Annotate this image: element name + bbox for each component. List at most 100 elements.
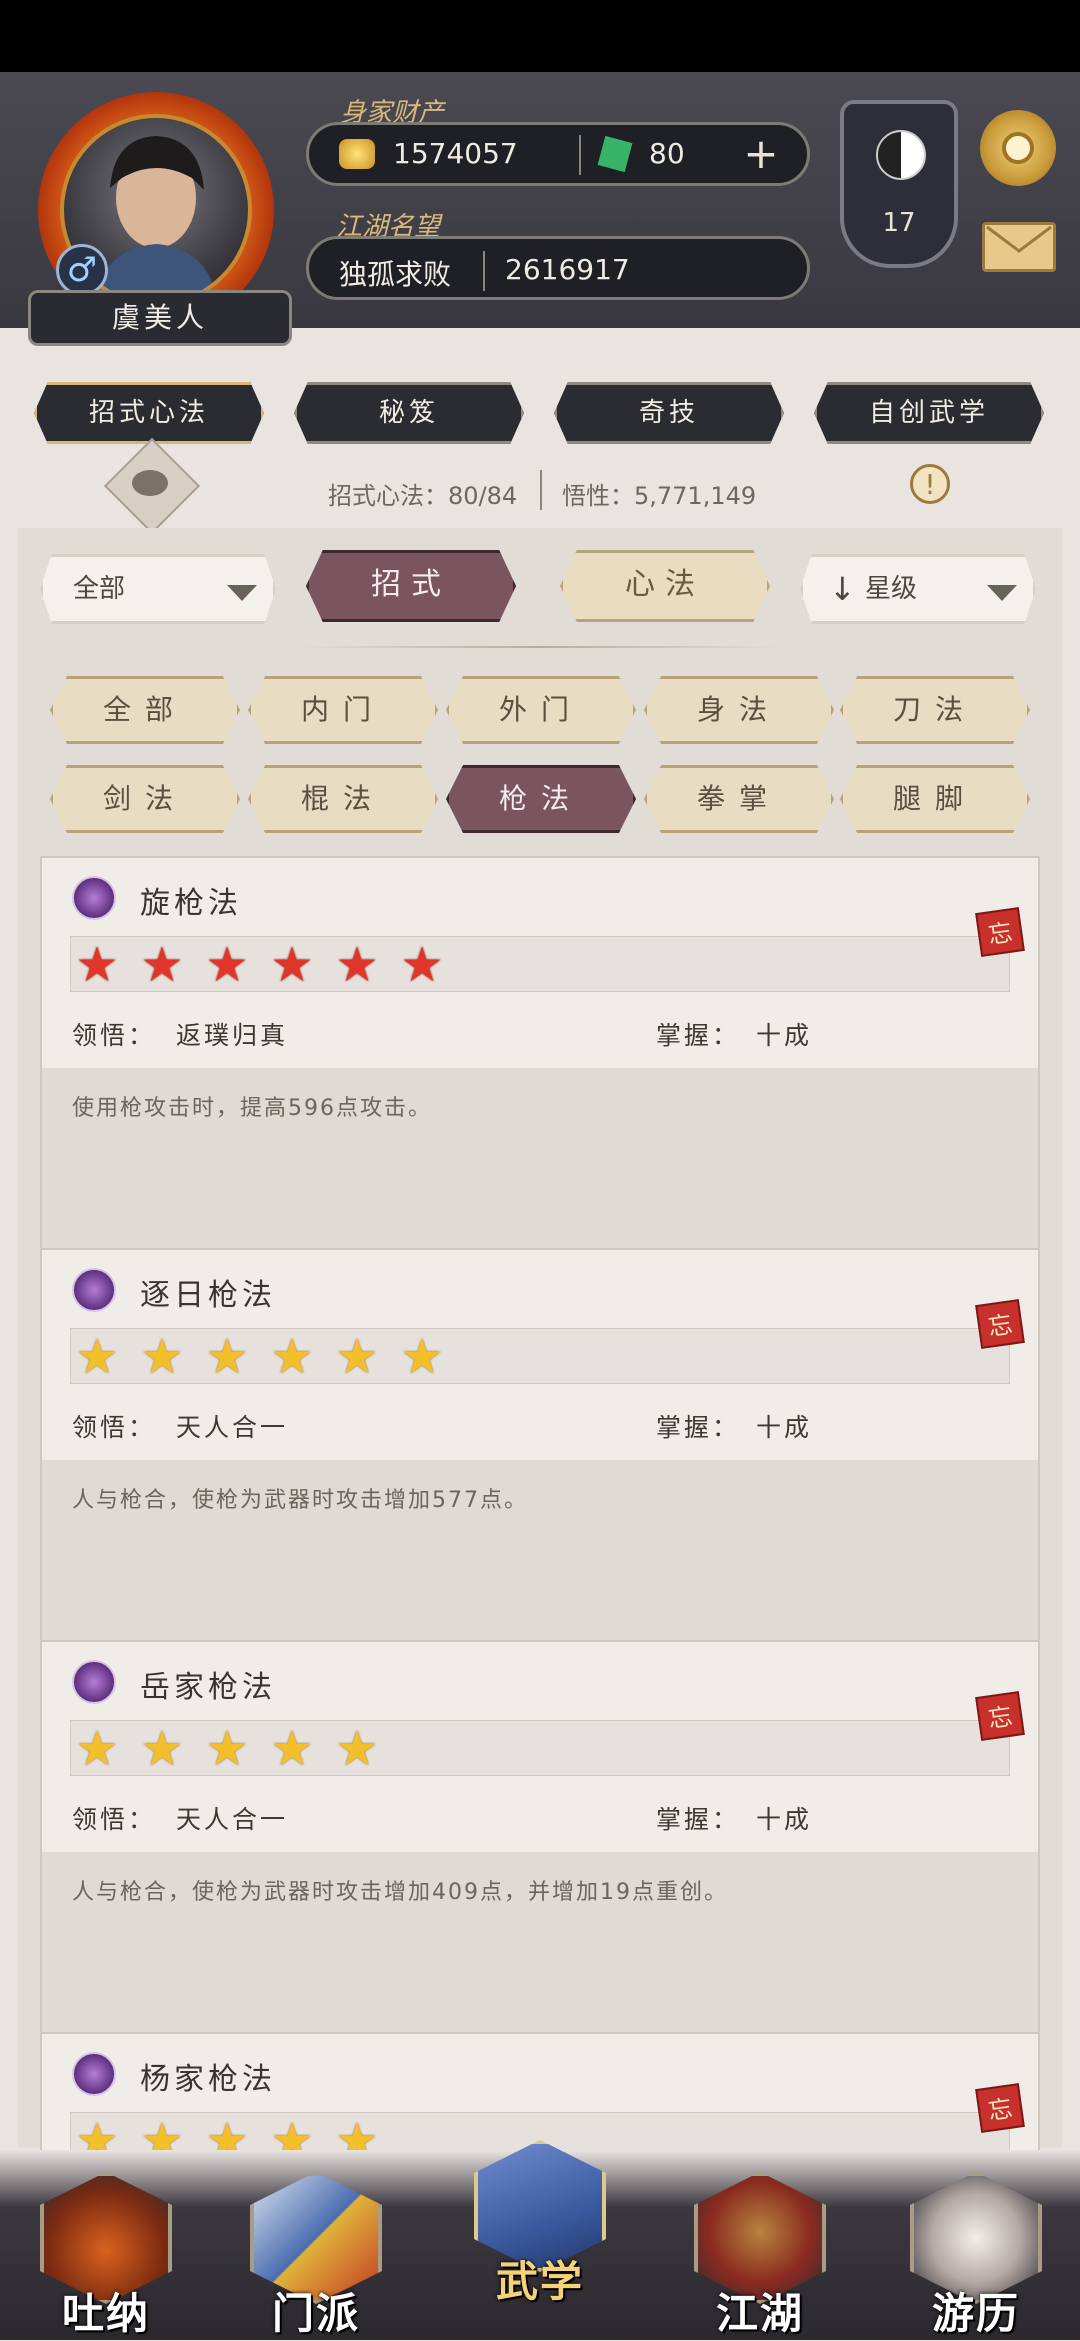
nav-label: 江湖 [715,2289,804,2338]
chip-blade[interactable]: 刀法 [840,676,1030,744]
star-icon: ★ [335,1721,379,1777]
chip-all[interactable]: 全部 [50,676,240,744]
divider [483,251,485,291]
tab-moves[interactable]: 招式 [306,550,516,622]
star-icon: ★ [205,937,249,993]
skill-name: 杨家枪法 [140,2062,276,2097]
mastery-label: 掌握： [656,1413,741,1442]
chip-staff[interactable]: 棍法 [248,765,438,833]
star-icon: ★ [75,937,119,993]
tab-moves-heart[interactable]: 招式心法 [34,382,264,444]
insight-label: 领悟： [72,1413,157,1442]
wealth-pill: 1574057 80 + [306,122,810,186]
tab-special-skills[interactable]: 奇技 [554,382,784,444]
forget-skill-button[interactable]: 忘 [975,907,1025,957]
nav-label: 门派 [271,2289,360,2338]
reputation-pill: 独孤求败 2616917 [306,236,810,300]
eye-icon [132,470,168,496]
nav-martial-arts[interactable]: 武学 [470,2140,610,2308]
chip-outer[interactable]: 外门 [446,676,636,744]
star-icon: ★ [400,1329,444,1385]
star-icon: ★ [400,937,444,993]
dropdown-value: 全部 [73,574,126,604]
chip-sword[interactable]: 剑法 [50,765,240,833]
info-alert-icon[interactable]: ! [910,464,950,504]
sort-dropdown[interactable]: ↓ 星级 [800,554,1036,624]
aptitude-value: 悟性：5,771,149 [562,482,757,510]
chevron-down-icon [227,585,257,601]
jade-amount: 80 [649,137,685,170]
skill-description-box: 使用枪攻击时，提高596点攻击。 [42,1068,1038,1248]
nav-jianghu[interactable]: 江湖 [690,2172,830,2340]
player-name: 虞美人 [28,290,292,346]
star-icon: ★ [270,2113,314,2150]
yin-yang-icon [876,130,926,180]
category-dropdown[interactable]: 全部 [40,554,276,624]
divider [540,470,542,510]
star-rating: ★ ★ ★ ★ ★ [70,1720,1010,1776]
star-icon: ★ [75,1329,119,1385]
mastery-value: 十成 [756,1805,813,1834]
reputation-value: 2616917 [505,253,630,286]
skill-name: 逐日枪法 [140,1278,276,1313]
reputation-title: 独孤求败 [339,258,452,291]
sort-label: 星级 [865,574,918,604]
nav-sect[interactable]: 门派 [246,2172,386,2340]
spear-skill-icon [72,1660,116,1704]
insight-label: 领悟： [72,1805,157,1834]
mastery-label: 掌握： [656,1021,741,1050]
forget-skill-button[interactable]: 忘 [975,2083,1025,2133]
star-icon: ★ [140,937,184,993]
jade-icon [597,135,633,173]
skill-description: 使用枪攻击时，提高596点攻击。 [72,1096,432,1121]
sort-arrow-icon: ↓ [829,570,856,608]
star-icon: ★ [75,1721,119,1777]
gender-male-icon: ♂ [56,244,108,296]
rank-level: 17 [882,208,916,238]
star-rating: ★ ★ ★ ★ ★ ★ [70,1328,1010,1384]
skill-card[interactable]: 岳家枪法 ★ ★ ★ ★ ★ 领悟： 天人合一 掌握： 十成 人与枪合，使枪为武器时攻击… [40,1640,1040,2032]
nav-label: 武学 [495,2257,584,2306]
mastery-value: 十成 [756,1413,813,1442]
divider-ornament [300,646,780,648]
spear-skill-icon [72,876,116,920]
nav-breathing[interactable]: 吐纳 [36,2172,176,2340]
skill-card[interactable]: 旋枪法 ★ ★ ★ ★ ★ ★ 领悟： 返璞归真 掌握： 十成 使用枪攻击时，提高596点… [40,856,1040,1248]
skill-card[interactable]: 杨家枪法 ★ ★ ★ ★ ★ 忘 [40,2032,1040,2150]
star-icon: ★ [140,1721,184,1777]
insight-value: 天人合一 [176,1413,289,1442]
rank-badge[interactable]: 17 [840,100,958,268]
skill-card[interactable]: 逐日枪法 ★ ★ ★ ★ ★ ★ 领悟： 天人合一 掌握： 十成 人与枪合，使枪为武器时攻… [40,1248,1040,1640]
chip-fist[interactable]: 拳掌 [644,765,834,833]
star-icon: ★ [335,1329,379,1385]
star-rating: ★ ★ ★ ★ ★ ★ [70,936,1010,992]
forget-skill-button[interactable]: 忘 [975,1299,1025,1349]
tab-self-created[interactable]: 自创武学 [814,382,1044,444]
chip-leg[interactable]: 腿脚 [840,765,1030,833]
chip-spear[interactable]: 枪法 [446,765,636,833]
star-icon: ★ [270,1329,314,1385]
gear-icon[interactable] [980,110,1056,186]
skill-description: 人与枪合，使枪为武器时攻击增加577点。 [72,1488,528,1513]
gold-ingot-icon [339,139,375,169]
mail-icon[interactable] [982,222,1056,272]
nav-travel[interactable]: 游历 [906,2172,1046,2340]
star-icon: ★ [335,2113,379,2150]
nav-label: 吐纳 [61,2289,150,2338]
star-icon: ★ [205,1329,249,1385]
tab-heart-method[interactable]: 心法 [560,550,770,622]
chip-movement[interactable]: 身法 [644,676,834,744]
star-icon: ★ [205,2113,249,2150]
insight-value: 返璞归真 [176,1021,289,1050]
skill-description: 人与枪合，使枪为武器时攻击增加409点，并增加19点重创。 [72,1880,728,1905]
star-icon: ★ [270,937,314,993]
spear-skill-icon [72,2052,116,2096]
insight-label: 领悟： [72,1021,157,1050]
forget-skill-button[interactable]: 忘 [975,1691,1025,1741]
tab-secret-manual[interactable]: 秘笈 [294,382,524,444]
chip-inner[interactable]: 内门 [248,676,438,744]
skill-description-box: 人与枪合，使枪为武器时攻击增加577点。 [42,1460,1038,1640]
star-icon: ★ [335,937,379,993]
add-currency-button[interactable]: + [739,129,783,179]
status-bar [0,0,1080,72]
